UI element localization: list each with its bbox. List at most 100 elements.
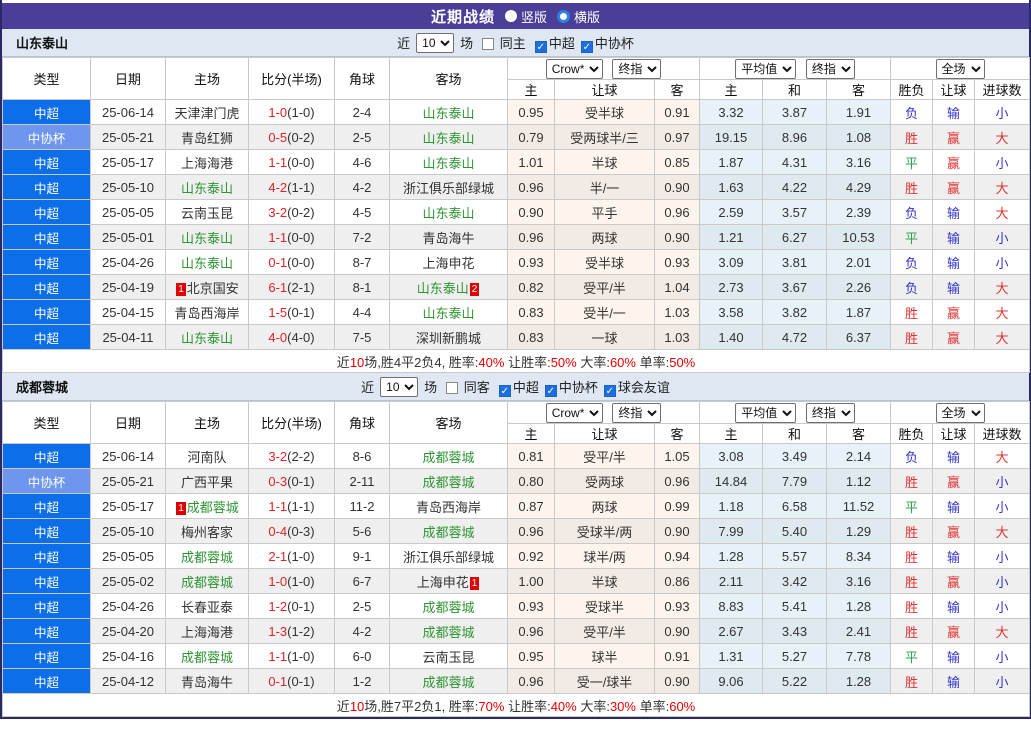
- team-link: 青岛红狮: [180, 130, 233, 146]
- red-card-badge: 1: [176, 282, 186, 296]
- col-handicap-header: 让球: [554, 79, 655, 100]
- fullmatch-select-group: 全场: [890, 57, 1031, 80]
- half-time-score: (0-2): [287, 129, 315, 145]
- away-team-cell: 成都蓉城: [389, 468, 508, 494]
- competition-checkbox[interactable]: ✓: [544, 384, 557, 397]
- handicap-away-odds-cell: 0.96: [654, 199, 700, 225]
- recent-count-select[interactable]: 10: [416, 32, 455, 53]
- col-date-header: 日期: [90, 401, 166, 444]
- type-cell: 中超: [2, 643, 91, 669]
- score-cell: 0-4(0-3): [248, 518, 335, 544]
- avg-draw-odds-cell: 6.58: [762, 493, 827, 519]
- match-row: 中超 25-05-17 上海海港 1-1(0-0) 4-6 山东泰山 1.01 半球 0.85 1…: [2, 149, 1031, 175]
- team-link: 成都蓉城: [422, 474, 475, 490]
- final-odds-select[interactable]: 终指: [612, 58, 662, 79]
- avg-draw-odds-cell: 5.41: [762, 593, 827, 619]
- half-time-score: (2-2): [287, 448, 315, 464]
- result-goals-cell: 小: [974, 224, 1031, 250]
- away-team-cell: 上海申花: [389, 249, 508, 275]
- result-outcome-cell: 胜: [890, 468, 934, 494]
- col-corner-header: 角球: [334, 401, 390, 444]
- scope-filter: 同客: [440, 377, 490, 396]
- corners-cell: 6-0: [334, 643, 390, 669]
- result-handicap-cell: 赢: [932, 518, 976, 544]
- result-outcome-cell: 胜: [890, 324, 934, 350]
- full-match-select[interactable]: 全场: [935, 402, 985, 423]
- date-cell: 25-05-17: [90, 149, 166, 175]
- average-select[interactable]: 平均值: [735, 58, 797, 79]
- avg-draw-odds-cell: 4.72: [762, 324, 827, 350]
- avg-home-odds-cell: 1.63: [699, 174, 763, 200]
- result-outcome-cell: 负: [890, 274, 934, 300]
- competition-checkbox[interactable]: ✓: [580, 40, 593, 53]
- date-cell: 25-05-05: [90, 543, 166, 569]
- avg-away-odds-cell: 2.01: [825, 249, 892, 275]
- radio-selected-icon[interactable]: [557, 9, 570, 23]
- handicap-away-odds-cell: 1.05: [654, 443, 700, 469]
- corners-cell: 7-5: [334, 324, 390, 350]
- average-select[interactable]: 平均值: [735, 402, 797, 423]
- type-cell: 中超: [2, 593, 91, 619]
- bookmaker-select[interactable]: Crow*: [545, 58, 603, 79]
- away-team-cell: 深圳新鹏城: [389, 324, 508, 350]
- scope-checkbox[interactable]: [446, 382, 459, 394]
- col-odds-home-header: 主: [507, 79, 555, 100]
- competition-checkbox[interactable]: ✓: [603, 384, 616, 397]
- team-link: 青岛海牛: [180, 674, 233, 690]
- recent-count-select[interactable]: 10: [380, 376, 419, 397]
- average-final-select[interactable]: 终指: [805, 58, 855, 79]
- result-handicap-cell: 赢: [932, 618, 976, 644]
- competition-checkbox[interactable]: ✓: [498, 384, 511, 397]
- home-team-cell: 长春亚泰: [165, 593, 249, 619]
- avg-away-odds-cell: 1.08: [825, 124, 892, 150]
- match-row: 中超 25-04-20 上海海港 1-3(1-2) 4-2 成都蓉城 0.96 受平/半 0.9…: [2, 618, 1031, 644]
- average-final-select[interactable]: 终指: [805, 402, 855, 423]
- handicap-home-odds-cell: 0.83: [507, 299, 555, 325]
- final-odds-select[interactable]: 终指: [612, 402, 662, 423]
- avg-away-odds-cell: 6.37: [825, 324, 892, 350]
- recent-label: 近: [361, 380, 375, 395]
- result-outcome-cell: 胜: [890, 593, 934, 619]
- competition-filters: ✓ 中超 ✓ 中协杯: [529, 33, 634, 53]
- result-outcome-cell: 负: [890, 99, 934, 125]
- corners-cell: 4-6: [334, 149, 390, 175]
- team-link: 长春亚泰: [180, 599, 233, 615]
- full-match-select[interactable]: 全场: [935, 58, 985, 79]
- match-row: 中超 25-04-11 山东泰山 4-0(4-0) 7-5 深圳新鹏城 0.83 一球 1.03…: [2, 324, 1031, 350]
- avg-draw-odds-cell: 4.31: [762, 149, 827, 175]
- bookmaker-select[interactable]: Crow*: [545, 402, 603, 423]
- handicap-home-odds-cell: 0.93: [507, 593, 555, 619]
- layout-radio-vertical[interactable]: 竖版: [504, 7, 547, 26]
- avg-away-odds-cell: 1.29: [825, 518, 892, 544]
- avg-home-odds-cell: 1.87: [699, 149, 763, 175]
- result-outcome-cell: 胜: [890, 568, 934, 594]
- summary-segment: 30%: [609, 698, 636, 714]
- results-panel: 近期战绩 竖版 横版 山东泰山 近 10 场 同主 ✓ 中超 ✓ 中协杯 类型 …: [0, 0, 1031, 719]
- competition-checkbox[interactable]: ✓: [534, 40, 547, 53]
- away-team-cell: 山东泰山: [389, 199, 508, 225]
- summary-text: 近10场,胜7平2负1, 胜率:70% 让胜率:40% 大率:30% 单率:60…: [1, 693, 1031, 717]
- home-team-cell: 上海海港: [165, 618, 249, 644]
- match-row: 中超 25-05-05 云南玉昆 3-2(0-2) 4-5 山东泰山 0.90 平手 0.96 2…: [2, 199, 1031, 225]
- result-handicap-cell: 输: [932, 668, 976, 694]
- away-team-cell: 成都蓉城: [389, 668, 508, 694]
- team-link: 天津津门虎: [174, 105, 240, 121]
- result-goals-cell: 小: [974, 249, 1031, 275]
- col-result-header: 胜负: [890, 423, 934, 444]
- match-row: 中超 25-05-10 梅州客家 0-4(0-3) 5-6 成都蓉城 0.96 受球半/两 0.…: [2, 518, 1031, 544]
- type-cell: 中超: [2, 618, 91, 644]
- radio-unselected-icon[interactable]: [504, 10, 517, 22]
- half-time-score: (0-0): [287, 154, 315, 170]
- type-cell: 中超: [2, 249, 91, 275]
- away-team-cell: 成都蓉城: [389, 618, 508, 644]
- full-time-score: 4-2: [268, 179, 288, 195]
- summary-segment: 场,胜7平2负1, 胜率:: [364, 698, 479, 714]
- half-time-score: (0-3): [287, 523, 315, 539]
- team-link: 浙江俱乐部绿城: [402, 180, 494, 196]
- scope-checkbox[interactable]: [482, 38, 495, 50]
- home-team-cell: 青岛海牛: [165, 668, 249, 694]
- col-result-handicap-header: 让球: [932, 79, 976, 100]
- result-outcome-cell: 平: [890, 224, 934, 250]
- team-link: 山东泰山: [422, 130, 475, 146]
- layout-radio-horizontal[interactable]: 横版: [557, 7, 600, 26]
